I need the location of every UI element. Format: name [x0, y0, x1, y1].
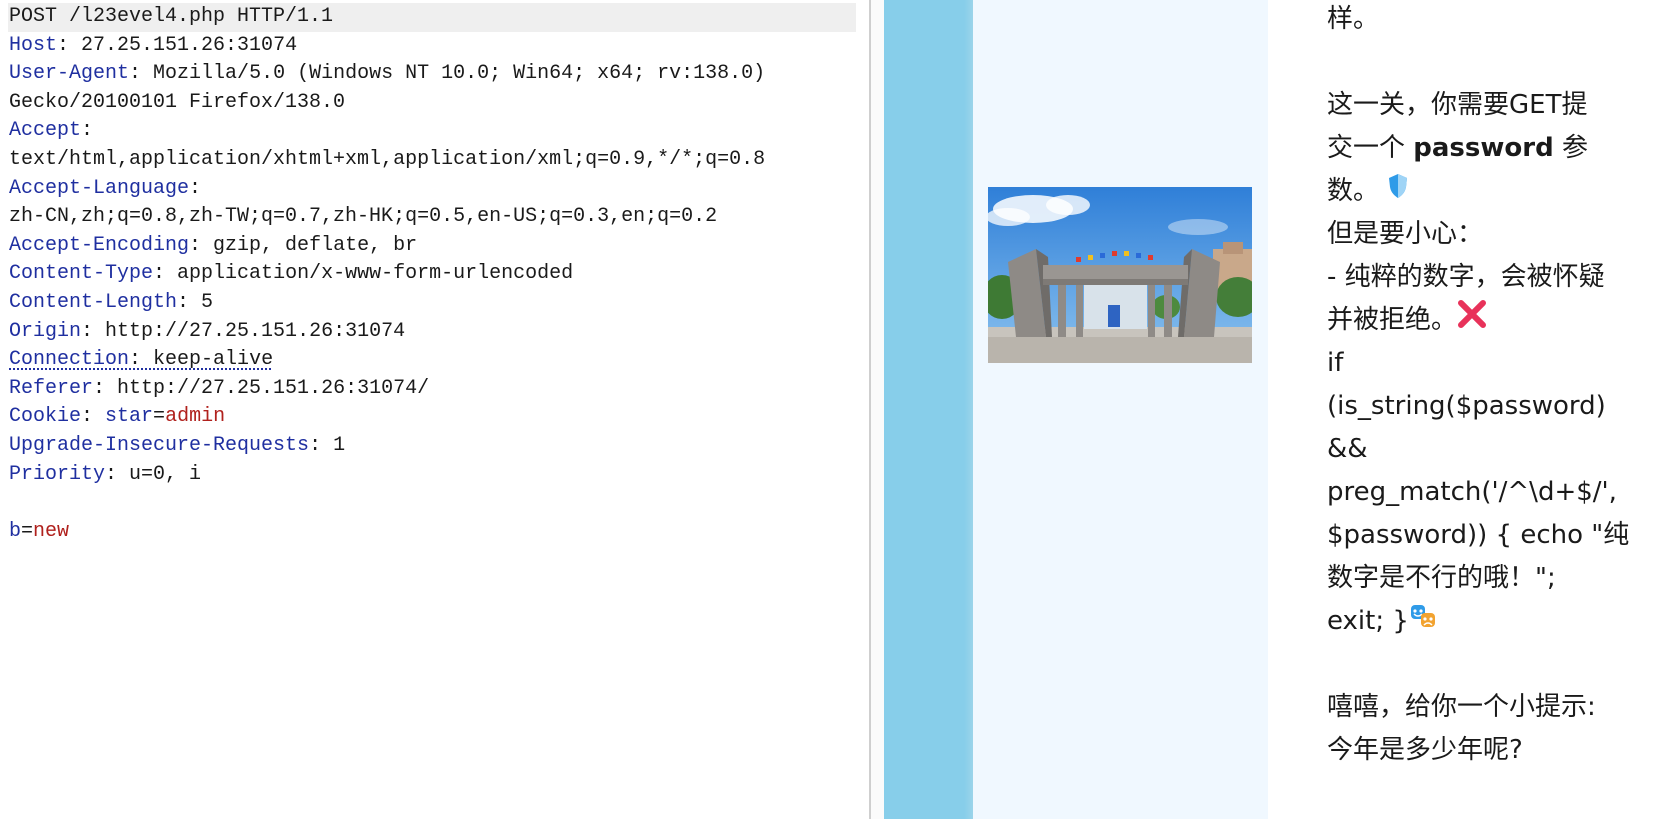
hint-line: - 纯粹的数字，会被怀疑: [1327, 262, 1605, 292]
performing-arts-icon: [1409, 600, 1437, 643]
level-hint-text: 样。 这一关，你需要GET提 交一个 password 参 数。 但是要小心： …: [1327, 0, 1630, 772]
hint-line: if: [1327, 348, 1344, 378]
request-text[interactable]: POST /l23evel4.php HTTP/1.1 Host: 27.25.…: [8, 3, 859, 546]
header-connection: Connection: keep-alive: [9, 348, 274, 372]
header-accept-cont: text/html,application/xhtml+xml,applicat…: [9, 147, 766, 171]
request-body: b=new: [9, 519, 70, 543]
header-user-agent: User-Agent: Mozilla/5.0 (Windows NT 10.0…: [9, 62, 766, 86]
hint-blank: [1327, 643, 1627, 686]
hint-line: (is_string($password): [1327, 391, 1606, 421]
header-priority: Priority: u=0, i: [9, 462, 202, 486]
header-origin: Origin: http://27.25.151.26:31074: [9, 319, 406, 343]
pane-gutter: [871, 0, 884, 819]
page-image-column: [973, 0, 1268, 819]
header-content-type: Content-Type: application/x-www-form-url…: [9, 262, 574, 286]
hint-line-bold: 交一个 password 参: [1327, 133, 1588, 163]
hint-line: $password)) { echo "纯: [1327, 520, 1630, 550]
header-referer: Referer: http://27.25.151.26:31074/: [9, 376, 430, 400]
cross-mark-icon: [1457, 299, 1487, 342]
hint-line: 样。: [1327, 4, 1380, 34]
hint-line: preg_match('/^\d+$/',: [1327, 477, 1617, 507]
hint-line: 数字是不行的哦！";: [1327, 563, 1556, 593]
hint-line: 并被拒绝。: [1327, 299, 1627, 342]
campus-gate-image: [988, 187, 1252, 363]
hint-blank: [1327, 41, 1627, 84]
header-user-agent-cont: Gecko/20100101 Firefox/138.0: [9, 90, 346, 114]
header-accept-language: Accept-Language:: [9, 176, 202, 200]
hint-line: 这一关，你需要GET提: [1327, 90, 1588, 120]
password-keyword: password: [1413, 133, 1554, 163]
shield-icon: [1387, 170, 1409, 213]
request-editor[interactable]: POST /l23evel4.php HTTP/1.1 Host: 27.25.…: [0, 0, 869, 819]
header-upgrade-insecure: Upgrade-Insecure-Requests: 1: [9, 433, 346, 457]
hint-line: 嘻嘻，给你一个小提示:: [1327, 692, 1596, 722]
page-sidebar-strip: [884, 0, 973, 819]
hint-line: exit; }: [1327, 600, 1627, 643]
header-content-length: Content-Length: 5: [9, 290, 214, 314]
header-host: Host: 27.25.151.26:31074: [9, 33, 298, 57]
hint-line: 今年是多少年呢?: [1327, 735, 1523, 765]
header-accept-encoding: Accept-Encoding: gzip, deflate, br: [9, 233, 418, 257]
header-cookie: Cookie: star=admin: [9, 405, 226, 429]
hint-line: 但是要小心：: [1327, 219, 1484, 249]
hint-line: &&: [1327, 434, 1368, 464]
header-accept: Accept:: [9, 119, 94, 143]
header-accept-language-cont: zh-CN,zh;q=0.8,zh-TW;q=0.7,zh-HK;q=0.5,e…: [9, 205, 718, 229]
request-line: POST /l23evel4.php HTTP/1.1: [8, 3, 856, 32]
hint-line: 数。: [1327, 170, 1627, 213]
